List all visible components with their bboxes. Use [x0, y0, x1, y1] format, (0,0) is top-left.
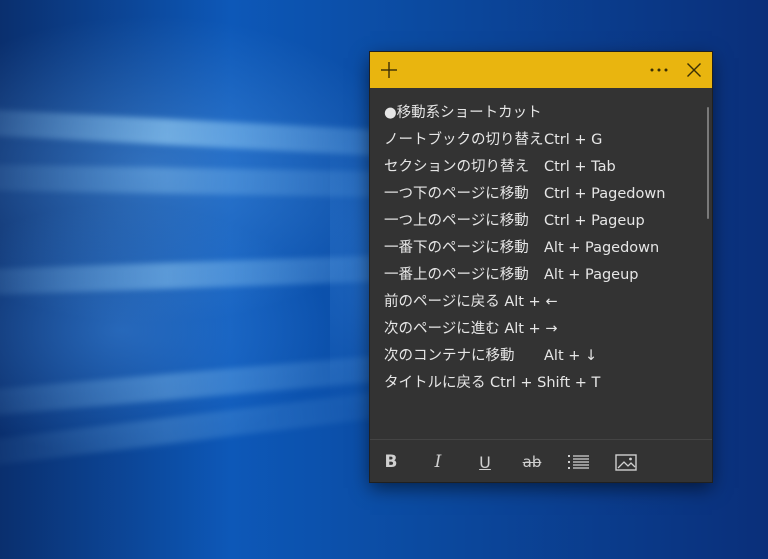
line-label: 次のコンテナに移動 — [384, 348, 515, 364]
line-label: 一番上のページに移動 — [384, 267, 529, 283]
more-icon — [650, 68, 668, 72]
line-label: ノートブックの切り替え — [384, 132, 544, 148]
bullet-list-button[interactable] — [565, 448, 593, 476]
note-line: 次のページに進む Alt + → — [384, 318, 557, 340]
plus-icon — [381, 62, 397, 78]
line-label: 一つ上のページに移動 — [384, 213, 529, 229]
close-note-button[interactable] — [677, 52, 711, 88]
italic-button[interactable]: I — [424, 448, 452, 476]
line-shortcut: Ctrl + Pagedown — [544, 186, 666, 202]
line-shortcut: Ctrl + Pageup — [544, 213, 645, 229]
note-line: 一番下のページに移動 Alt + Pagedown — [384, 237, 659, 259]
insert-image-button[interactable] — [612, 448, 640, 476]
strikethrough-button[interactable]: ab — [518, 448, 546, 476]
formatting-toolbar: B I U ab — [370, 440, 712, 482]
note-content-editor[interactable]: ●移動系ショートカット ノートブックの切り替え Ctrl + G セクションの切… — [384, 102, 702, 442]
line-label: 次のページに進む Alt + → — [384, 321, 558, 337]
line-shortcut: Ctrl + G — [544, 132, 603, 148]
note-line: セクションの切り替え Ctrl + Tab — [384, 156, 616, 178]
note-line: 一番上のページに移動 Alt + Pageup — [384, 264, 639, 286]
new-note-button[interactable] — [372, 52, 406, 88]
line-shortcut: Ctrl + Tab — [544, 159, 616, 175]
note-line: 一つ上のページに移動 Ctrl + Pageup — [384, 210, 645, 232]
line-label: 一番下のページに移動 — [384, 240, 529, 256]
underline-button[interactable]: U — [471, 448, 499, 476]
note-line: 次のコンテナに移動 Alt + ↓ — [384, 345, 597, 367]
close-icon — [687, 63, 701, 77]
line-label: セクションの切り替え — [384, 159, 529, 175]
line-label: ●移動系ショートカット — [384, 105, 542, 121]
line-label: 一つ下のページに移動 — [384, 186, 529, 202]
line-shortcut: Alt + Pageup — [544, 267, 639, 283]
note-line: ノートブックの切り替え Ctrl + G — [384, 129, 602, 151]
note-line: 前のページに戻る Alt + ← — [384, 291, 557, 313]
sticky-note-window: ●移動系ショートカット ノートブックの切り替え Ctrl + G セクションの切… — [370, 52, 712, 482]
note-titlebar[interactable] — [370, 52, 712, 88]
image-icon — [615, 453, 637, 471]
note-line: タイトルに戻る Ctrl + Shift + T — [384, 372, 600, 394]
wallpaper-light-beam — [0, 107, 421, 159]
line-label: 前のページに戻る Alt + ← — [384, 294, 558, 310]
line-label: タイトルに戻る — [384, 375, 486, 391]
note-line-heading: ●移動系ショートカット — [384, 102, 542, 124]
line-shortcut: Alt + ↓ — [544, 348, 598, 364]
bullet-list-icon — [568, 455, 589, 469]
line-shortcut: Alt + Pagedown — [544, 240, 660, 256]
note-line: 一つ下のページに移動 Ctrl + Pagedown — [384, 183, 665, 205]
bold-button[interactable]: B — [377, 448, 405, 476]
line-shortcut: Ctrl + Shift + T — [490, 375, 601, 391]
vertical-scrollbar[interactable] — [707, 107, 709, 219]
more-options-button[interactable] — [642, 52, 676, 88]
